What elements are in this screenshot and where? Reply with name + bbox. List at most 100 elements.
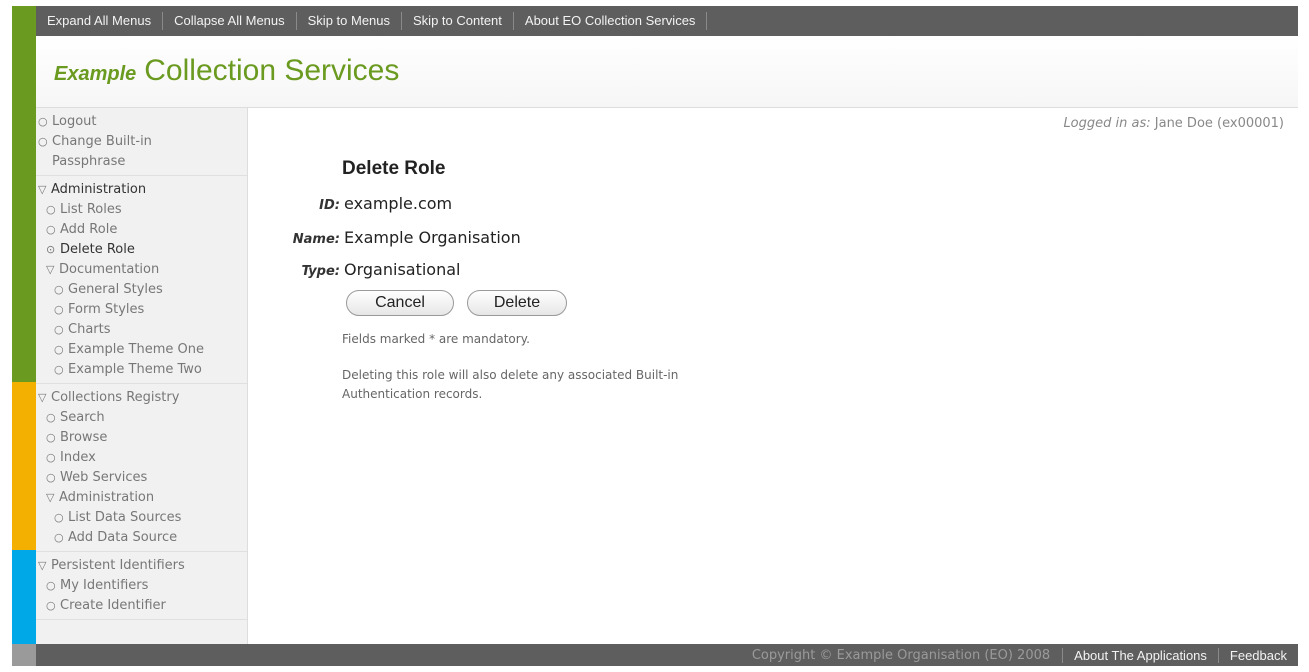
- bullet-icon: ○: [54, 303, 64, 316]
- bullet-icon: ○: [54, 363, 64, 376]
- skip-to-menus-link[interactable]: Skip to Menus: [297, 12, 403, 30]
- sidebar-item-delete-role[interactable]: ⊙ Delete Role: [36, 240, 247, 260]
- sidebar-item-list-roles[interactable]: ○ List Roles: [36, 200, 247, 220]
- about-collection-services-link[interactable]: About EO Collection Services: [514, 12, 708, 30]
- sidebar-item-label: List Roles: [60, 202, 122, 217]
- sidebar-item-label: Add Data Source: [68, 530, 178, 545]
- bullet-icon: ○: [46, 579, 56, 592]
- sidebar-menu: ○ Logout ○ Change Built-in Passphrase ▽ Adm…: [36, 108, 248, 644]
- sidebar-item-label: Change Built-in Passphrase: [52, 134, 152, 169]
- color-bar-registry: [12, 382, 36, 550]
- color-bar-identifiers: [12, 550, 36, 644]
- sidebar-item-label: Collections Registry: [51, 390, 180, 405]
- sidebar-item-index[interactable]: ○ Index: [36, 448, 247, 468]
- sidebar-section-administration[interactable]: ▽ Administration: [36, 180, 247, 200]
- sidebar-item-my-identifiers[interactable]: ○ My Identifiers: [36, 576, 247, 596]
- sidebar-item-example-theme-two[interactable]: ○ Example Theme Two: [36, 360, 247, 380]
- field-label-type: Type:: [301, 264, 340, 279]
- banner: Example Collection Services: [36, 36, 1298, 108]
- sidebar-section-persistent-identifiers[interactable]: ▽ Persistent Identifiers: [36, 556, 247, 576]
- page-title: Delete Role: [342, 158, 446, 179]
- cancel-button[interactable]: Cancel: [346, 290, 454, 316]
- field-value-id: example.com: [344, 194, 453, 213]
- bullet-icon: ○: [46, 451, 56, 464]
- main-content: Logged in as: Jane Doe (ex00001) Delete …: [248, 108, 1298, 644]
- skip-to-content-link[interactable]: Skip to Content: [402, 12, 514, 30]
- bullet-icon: ○: [46, 223, 56, 236]
- sidebar-group-administration: ▽ Administration ○ List Roles ○ Add Role ⊙ D…: [36, 176, 247, 384]
- sidebar-item-example-theme-one[interactable]: ○ Example Theme One: [36, 340, 247, 360]
- sidebar-item-browse[interactable]: ○ Browse: [36, 428, 247, 448]
- sidebar-item-general-styles[interactable]: ○ General Styles: [36, 280, 247, 300]
- delete-button[interactable]: Delete: [467, 290, 567, 316]
- delete-warning-note: Deleting this role will also delete any …: [342, 368, 679, 401]
- sidebar-item-label: Search: [60, 410, 105, 425]
- bullet-icon: ○: [46, 411, 56, 424]
- sidebar-group-identifiers: ▽ Persistent Identifiers ○ My Identifiers …: [36, 552, 247, 620]
- logged-in-label: Logged in as:: [1063, 116, 1151, 131]
- bullet-icon: ○: [54, 343, 64, 356]
- top-navigation: Expand All Menus Collapse All Menus Skip…: [36, 6, 1298, 36]
- bullet-icon: ○: [46, 431, 56, 444]
- triangle-down-icon: ▽: [46, 491, 55, 504]
- sidebar-item-label: Documentation: [59, 262, 160, 277]
- sidebar-item-create-identifier[interactable]: ○ Create Identifier: [36, 596, 247, 616]
- sidebar-item-label: My Identifiers: [60, 578, 149, 593]
- mandatory-note: Fields marked * are mandatory.: [342, 332, 530, 346]
- sidebar-section-documentation[interactable]: ▽ Documentation: [36, 260, 247, 280]
- feedback-link[interactable]: Feedback: [1219, 648, 1298, 663]
- sidebar-item-add-role[interactable]: ○ Add Role: [36, 220, 247, 240]
- bullet-icon: ○: [46, 599, 56, 612]
- sidebar-item-add-data-source[interactable]: ○ Add Data Source: [36, 528, 247, 548]
- bullet-icon: ○: [38, 135, 48, 148]
- copyright-text: Copyright © Example Organisation (EO) 20…: [740, 647, 1064, 663]
- sidebar-item-label: Browse: [60, 430, 108, 445]
- sidebar-item-charts[interactable]: ○ Charts: [36, 320, 247, 340]
- sidebar-item-label: Create Identifier: [60, 598, 166, 613]
- logged-in-status: Logged in as: Jane Doe (ex00001): [1063, 116, 1284, 131]
- field-row-type: Type: Organisational: [248, 260, 460, 279]
- sidebar-item-label: List Data Sources: [68, 510, 182, 525]
- sidebar-item-form-styles[interactable]: ○ Form Styles: [36, 300, 247, 320]
- sidebar-group-account: ○ Logout ○ Change Built-in Passphrase: [36, 108, 247, 176]
- expand-all-menus-link[interactable]: Expand All Menus: [36, 12, 164, 30]
- triangle-down-icon: ▽: [38, 183, 47, 196]
- sidebar-item-label: Web Services: [60, 470, 148, 485]
- collapse-all-menus-link[interactable]: Collapse All Menus: [163, 12, 297, 30]
- sidebar-item-change-passphrase[interactable]: ○ Change Built-in Passphrase: [36, 132, 247, 172]
- sidebar-item-web-services[interactable]: ○ Web Services: [36, 468, 247, 488]
- triangle-down-icon: ▽: [38, 559, 47, 572]
- bullet-icon: ○: [54, 283, 64, 296]
- about-the-applications-link[interactable]: About The Applications: [1063, 647, 1219, 663]
- sidebar-item-label: Logout: [52, 114, 97, 129]
- color-bar-footer: [12, 644, 36, 666]
- sidebar-item-list-data-sources[interactable]: ○ List Data Sources: [36, 508, 247, 528]
- field-value-type: Organisational: [344, 260, 461, 279]
- sidebar-item-label: Delete Role: [60, 242, 135, 257]
- sidebar-group-registry: ▽ Collections Registry ○ Search ○ Browse ○ I…: [36, 384, 247, 552]
- sidebar-item-label: Example Theme One: [68, 342, 204, 357]
- triangle-down-icon: ▽: [38, 391, 47, 404]
- sidebar-item-label: Persistent Identifiers: [51, 558, 185, 573]
- sidebar-item-label: Add Role: [60, 222, 118, 237]
- field-value-name: Example Organisation: [344, 228, 521, 247]
- brand-title: Collection Services: [144, 54, 400, 87]
- bullet-icon: ○: [54, 531, 64, 544]
- bullet-icon: ○: [54, 511, 64, 524]
- bullet-icon: ○: [54, 323, 64, 336]
- triangle-down-icon: ▽: [46, 263, 55, 276]
- sidebar-section-collections-registry[interactable]: ▽ Collections Registry: [36, 388, 247, 408]
- bullet-icon: ○: [46, 203, 56, 216]
- sidebar-item-label: Index: [60, 450, 96, 465]
- sidebar-item-label: Administration: [59, 490, 155, 505]
- site-logo[interactable]: Example Collection Services: [54, 54, 399, 88]
- app-frame: Expand All Menus Collapse All Menus Skip…: [12, 6, 1298, 666]
- sidebar-section-registry-administration[interactable]: ▽ Administration: [36, 488, 247, 508]
- logged-in-user: Jane Doe (ex00001): [1154, 116, 1284, 131]
- sidebar-item-label: Form Styles: [68, 302, 145, 317]
- field-label-name: Name:: [292, 232, 340, 247]
- sidebar-item-label: Charts: [68, 322, 111, 337]
- sidebar-item-logout[interactable]: ○ Logout: [36, 112, 247, 132]
- color-bar-administration: [12, 6, 36, 382]
- sidebar-item-search[interactable]: ○ Search: [36, 408, 247, 428]
